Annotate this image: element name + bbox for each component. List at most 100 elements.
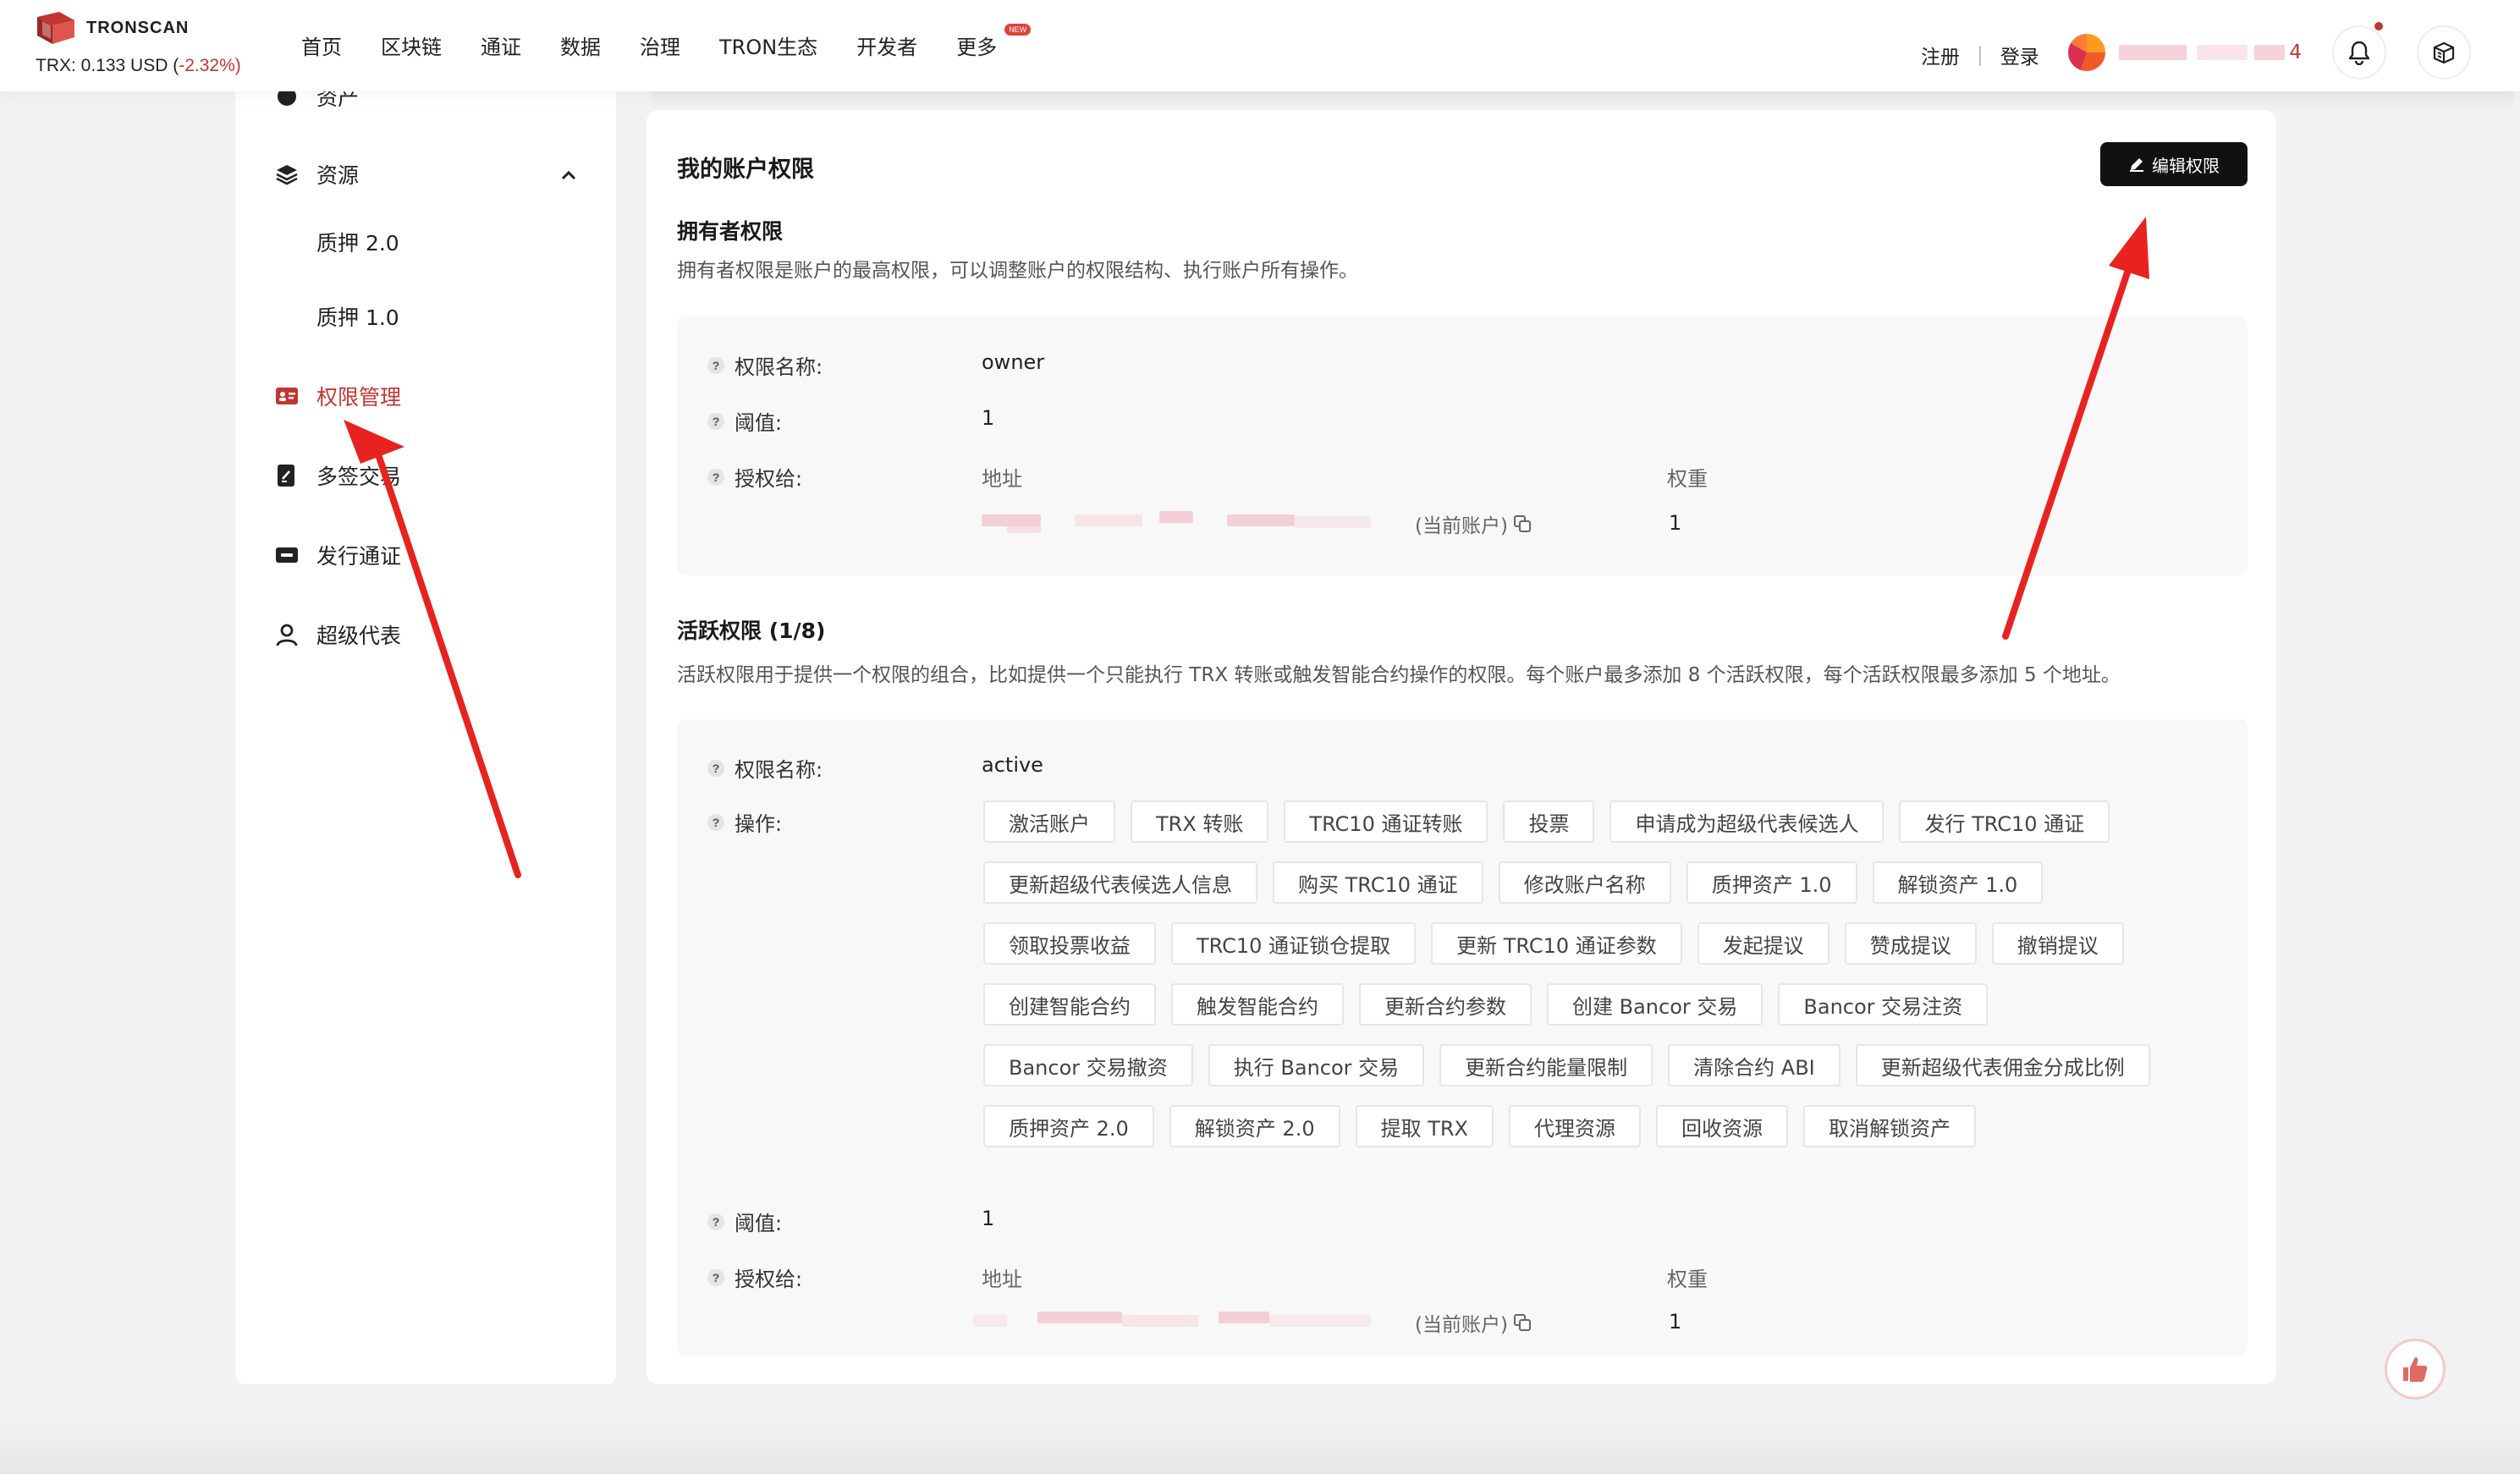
active-name-label: ? 权限名称: — [707, 753, 823, 783]
active-current-account: (当前账户) — [1415, 1308, 1532, 1337]
user-icon — [274, 622, 300, 647]
active-name-value: active — [982, 753, 1043, 777]
owner-address-redacted — [982, 508, 1405, 533]
help-icon[interactable]: ? — [707, 813, 724, 831]
trx-price: TRX: 0.133 USD (-2.32%) — [36, 56, 241, 76]
price-close: ) — [234, 56, 241, 75]
active-threshold-value: 1 — [982, 1207, 995, 1230]
sidebar-item-label: 发行通证 — [316, 544, 402, 569]
nav-tron-ecosystem[interactable]: TRON生态 — [719, 30, 817, 60]
sidebar-item-stake-2[interactable]: 质押 2.0 — [316, 227, 399, 257]
active-ops-label: ? 操作: — [707, 807, 782, 837]
nav-more-label: 更多 — [956, 36, 998, 59]
user-account[interactable]: 4 — [2068, 34, 2302, 71]
login-link[interactable]: 登录 — [2000, 41, 2039, 69]
operation-tag: TRX 转账 — [1131, 800, 1269, 843]
operation-tag: 质押资产 2.0 — [983, 1105, 1154, 1147]
sidebar-item-multisig[interactable]: 多签交易 — [274, 460, 401, 491]
sidebar-item-issue-token[interactable]: 发行通证 — [274, 540, 401, 570]
operation-tag: 更新超级代表候选人信息 — [983, 861, 1257, 904]
help-icon[interactable]: ? — [707, 412, 724, 430]
top-header: TRONSCAN TRX: 0.133 USD (-2.32%) 首页 区块链 … — [0, 0, 2520, 91]
redaction-block — [1007, 521, 1041, 533]
field-label: 阈值: — [735, 411, 783, 435]
chevron-up-icon[interactable] — [560, 169, 577, 181]
help-icon[interactable]: ? — [707, 356, 724, 374]
active-permission-box: ? 权限名称: active ? 操作: 激活账户 TRX 转账 TRC10 通证转… — [677, 719, 2248, 1356]
active-section-title: 活跃权限 (1/8) — [677, 619, 826, 643]
redaction-block — [1075, 514, 1142, 526]
tronscan-logo[interactable]: TRONSCAN — [34, 10, 189, 46]
field-label: 阈值: — [735, 1212, 783, 1235]
sidebar-item-label: 超级代表 — [316, 624, 402, 648]
operations-row: Bancor 交易撤资 执行 Bancor 交易 更新合约能量限制 清除合约 A… — [983, 1044, 2236, 1086]
copy-icon[interactable] — [1513, 1313, 1532, 1332]
operation-tag: Bancor 交易撤资 — [983, 1044, 1193, 1086]
owner-address-header: 地址 — [982, 467, 1022, 491]
notifications-button[interactable] — [2332, 22, 2386, 80]
nav-data[interactable]: 数据 — [560, 30, 601, 60]
operation-tag: 发起提议 — [1697, 922, 1829, 965]
operation-tag: TRC10 通证锁仓提取 — [1171, 922, 1417, 965]
pencil-icon — [2130, 158, 2143, 172]
nav-more[interactable]: 更多 NEW — [956, 24, 1032, 60]
help-icon[interactable]: ? — [707, 468, 724, 486]
redaction-block — [1159, 511, 1193, 523]
active-weight-value: 1 — [1669, 1310, 1682, 1334]
help-icon[interactable]: ? — [707, 1213, 724, 1230]
layers-icon — [274, 162, 300, 187]
operation-tag: 领取投票收益 — [983, 922, 1156, 965]
operation-tag: 创建 Bancor 交易 — [1547, 983, 1763, 1026]
redaction-block — [2254, 45, 2285, 60]
notification-dot — [2374, 22, 2383, 30]
auth-links: 注册 | 登录 — [1921, 41, 2039, 69]
feedback-button[interactable] — [2385, 1339, 2446, 1400]
operation-tag: 更新合约参数 — [1359, 983, 1532, 1026]
copy-icon[interactable] — [1513, 514, 1532, 533]
sidebar-item-resources[interactable]: 资源 — [274, 159, 359, 190]
operation-tag: 解锁资产 2.0 — [1169, 1105, 1340, 1147]
sidebar-item-super-rep[interactable]: 超级代表 — [274, 619, 401, 650]
owner-weight-value: 1 — [1669, 511, 1682, 535]
owner-section-desc: 拥有者权限是账户的最高权限，可以调整账户的权限结构、执行账户所有操作。 — [677, 260, 1358, 282]
redaction-block — [2197, 45, 2248, 60]
auth-separator: | — [1977, 44, 1984, 66]
sub-header-shade — [652, 91, 2513, 112]
operation-tag: 质押资产 1.0 — [1686, 861, 1857, 904]
operation-tag: 代理资源 — [1509, 1105, 1641, 1147]
redaction-block — [1227, 514, 1295, 526]
page-title: 我的账户权限 — [677, 157, 814, 183]
register-link[interactable]: 注册 — [1921, 41, 1960, 69]
edit-permissions-button[interactable]: 编辑权限 — [2100, 142, 2248, 186]
operation-tag: 清除合约 ABI — [1668, 1044, 1840, 1086]
permissions-panel: 我的账户权限 编辑权限 拥有者权限 拥有者权限是账户的最高权限，可以调整账户的权… — [647, 110, 2276, 1384]
edit-permissions-label: 编辑权限 — [2152, 155, 2220, 176]
owner-threshold-value: 1 — [982, 406, 995, 430]
owner-permission-box: ? 权限名称: owner ? 阈值: 1 ? 授权给: 地址 权重 (当前账户) 1 — [677, 316, 2248, 575]
nav-tokens[interactable]: 通证 — [481, 30, 521, 60]
operations-row: 领取投票收益 TRC10 通证锁仓提取 更新 TRC10 通证参数 发起提议 赞… — [983, 922, 2236, 965]
wallet-button[interactable] — [2417, 25, 2471, 80]
operation-tag: 取消解锁资产 — [1803, 1105, 1976, 1147]
nav-developers[interactable]: 开发者 — [856, 30, 917, 60]
nav-home[interactable]: 首页 — [301, 30, 342, 60]
redaction-block — [2119, 45, 2187, 60]
operations-row: 激活账户 TRX 转账 TRC10 通证转账 投票 申请成为超级代表候选人 发行… — [983, 800, 2236, 843]
field-label: 权限名称: — [735, 758, 823, 782]
nav-governance[interactable]: 治理 — [640, 30, 680, 60]
redaction-block — [1269, 1315, 1371, 1327]
operation-tag: 修改账户名称 — [1498, 861, 1671, 904]
sidebar-item-stake-1[interactable]: 质押 1.0 — [316, 301, 399, 332]
token-icon — [274, 542, 300, 568]
operation-tag: 触发智能合约 — [1171, 983, 1344, 1026]
nav-blockchain[interactable]: 区块链 — [381, 30, 442, 60]
owner-threshold-label: ? 阈值: — [707, 406, 782, 436]
sidebar-item-permissions[interactable]: 权限管理 — [274, 381, 401, 411]
help-icon[interactable]: ? — [707, 1268, 724, 1286]
operations-row: 质押资产 2.0 解锁资产 2.0 提取 TRX 代理资源 回收资源 取消解锁资… — [983, 1105, 2236, 1147]
operation-tag: 激活账户 — [983, 800, 1115, 843]
help-icon[interactable]: ? — [707, 759, 724, 777]
sidebar-item-label: 权限管理 — [316, 385, 402, 410]
avatar — [2068, 34, 2105, 71]
sign-doc-icon — [274, 463, 300, 488]
